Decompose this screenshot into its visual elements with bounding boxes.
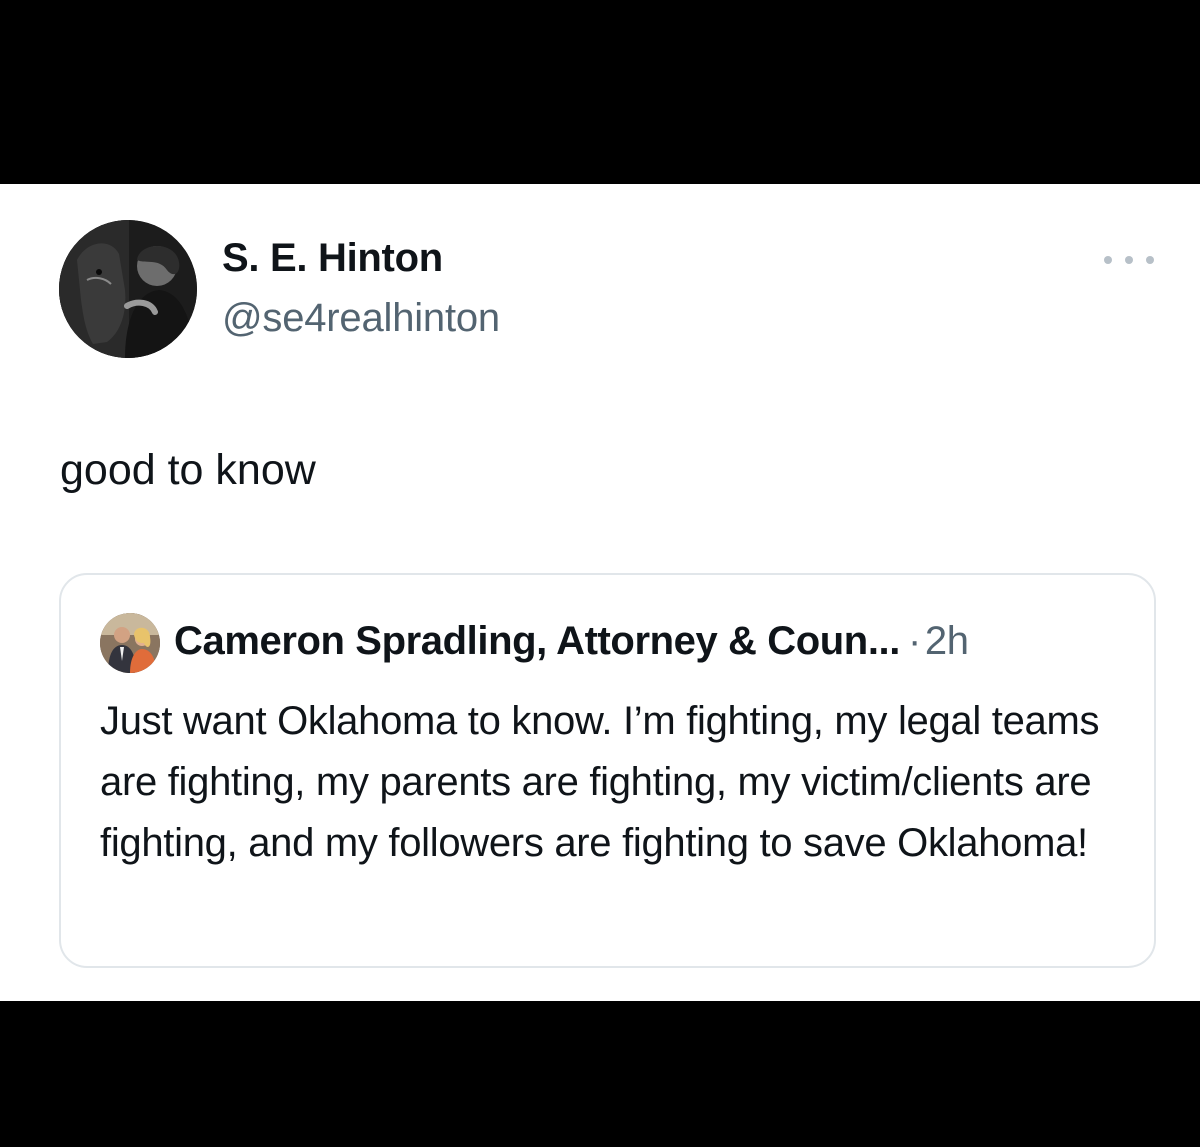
more-dot <box>1125 256 1133 264</box>
tweet-text: good to know <box>60 446 316 494</box>
author-avatar[interactable] <box>59 220 197 358</box>
more-dot <box>1146 256 1154 264</box>
quoted-tweet-header: Cameron Spradling, Attorney & Coun... · 2h <box>174 619 969 664</box>
author-handle[interactable]: @se4realhinton <box>222 296 500 341</box>
header-separator: · <box>907 619 921 663</box>
avatar-photo-icon <box>59 220 197 358</box>
bottom-black-band <box>0 1001 1200 1147</box>
quoted-author-name[interactable]: Cameron Spradling, Attorney & Coun... <box>174 619 900 663</box>
more-dot <box>1104 256 1112 264</box>
quoted-author-avatar[interactable] <box>100 613 160 673</box>
quoted-tweet-text: Just want Oklahoma to know. I’m fighting… <box>100 699 1100 865</box>
author-name[interactable]: S. E. Hinton <box>222 236 443 281</box>
quoted-tweet-time[interactable]: 2h <box>925 619 969 663</box>
more-options-icon[interactable] <box>1104 246 1154 274</box>
top-black-band <box>0 0 1200 184</box>
quoted-tweet-card[interactable]: Cameron Spradling, Attorney & Coun... · 2h… <box>59 573 1156 968</box>
quoted-avatar-photo-icon <box>100 613 160 673</box>
tweet-panel: S. E. Hinton @se4realhinton good to know… <box>0 184 1200 1001</box>
